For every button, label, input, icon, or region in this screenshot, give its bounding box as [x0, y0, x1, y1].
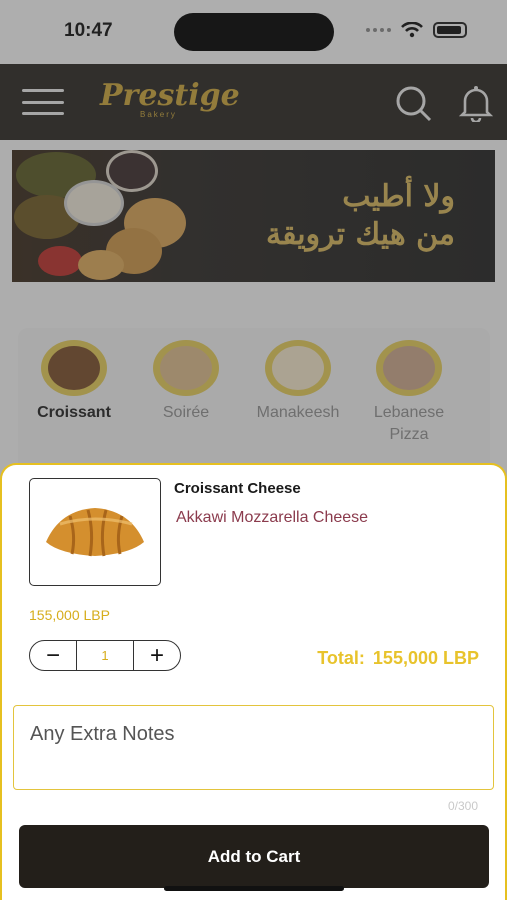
add-to-cart-button[interactable]: Add to Cart	[19, 825, 489, 888]
croissant-image	[46, 508, 144, 557]
total-label: Total:	[317, 648, 365, 668]
quantity-value[interactable]: 1	[76, 641, 134, 670]
extra-notes-input[interactable]: Any Extra Notes	[13, 705, 494, 790]
increment-button[interactable]: +	[134, 641, 180, 670]
quantity-stepper: − 1 +	[29, 640, 181, 671]
unit-price: 155,000 LBP	[29, 607, 110, 623]
product-image	[29, 478, 161, 586]
notes-placeholder: Any Extra Notes	[30, 723, 175, 745]
product-description: Akkawi Mozzarella Cheese	[176, 509, 369, 526]
home-indicator	[164, 886, 344, 891]
decrement-button[interactable]: −	[30, 641, 76, 670]
total-price: Total: 155,000 LBP	[317, 648, 479, 669]
total-value: 155,000 LBP	[372, 648, 479, 668]
product-name: Croissant Cheese	[174, 480, 301, 497]
notes-char-counter: 0/300	[447, 799, 478, 813]
